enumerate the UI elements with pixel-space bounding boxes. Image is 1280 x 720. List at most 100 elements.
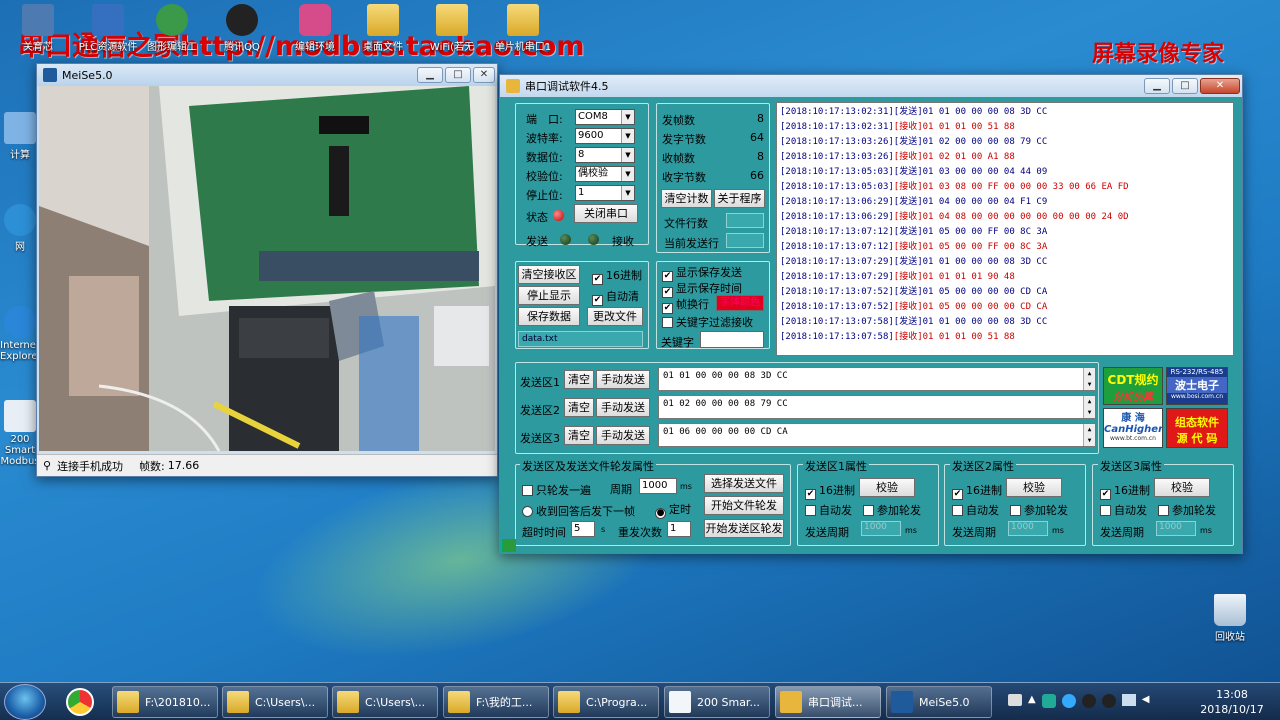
log-data: 01 01 01 00 51 88 — [922, 122, 1015, 132]
auto-clear-checkbox[interactable]: ✔ 自动清 — [592, 288, 639, 306]
select-send-file-button[interactable]: 选择发送文件 — [704, 474, 784, 493]
change-file-button[interactable]: 更改文件 — [587, 307, 643, 326]
send-area-input[interactable]: 01 01 00 00 00 08 3D CC ▲ ▼ — [658, 367, 1096, 391]
scroll-arrows-icon[interactable]: ▲ ▼ — [1083, 396, 1095, 418]
area-hex-checkbox[interactable]: ✔ 16进制 — [1100, 482, 1150, 500]
join-rotate-checkbox[interactable]: 参加轮发 — [863, 502, 921, 518]
desktop-icon[interactable]: 单片机串口1 — [493, 4, 553, 53]
period-input[interactable]: 1000 — [639, 478, 677, 494]
start-area-rotate-button[interactable]: 开始发送区轮发 — [704, 519, 784, 538]
hex-display-checkbox[interactable]: ✔ 16进制 — [592, 267, 642, 285]
close-button[interactable]: ✕ — [473, 67, 495, 83]
desktop-icon[interactable]: 编辑环境 — [285, 4, 345, 53]
manual-send-button[interactable]: 手动发送 — [596, 370, 650, 389]
network-icon[interactable]: 网 — [0, 204, 40, 253]
receive-log[interactable]: [2018:10:17:13:02:31][发送]01 01 00 00 00 … — [776, 102, 1234, 356]
log-data: 01 01 01 00 51 88 — [922, 332, 1015, 342]
auto-send-checkbox[interactable]: 自动发 — [952, 502, 999, 518]
timeout-input[interactable]: 5 — [571, 521, 595, 537]
send-once-checkbox[interactable]: 只轮发一遍 — [522, 482, 591, 498]
send-area-clear-button[interactable]: 清空 — [564, 370, 594, 389]
zutai-ad-banner[interactable]: 组态软件 源 代 码 — [1166, 408, 1228, 448]
after-reply-radio[interactable]: 收到回答后发下一帧 — [522, 503, 635, 519]
manual-send-button[interactable]: 手动发送 — [596, 426, 650, 445]
taskbar-item[interactable]: 200 Smar... — [664, 686, 770, 718]
send-area-clear-button[interactable]: 清空 — [564, 398, 594, 417]
auto-send-checkbox[interactable]: 自动发 — [805, 502, 852, 518]
maximize-button[interactable]: □ — [445, 67, 471, 83]
minimize-button[interactable]: ▁ — [417, 67, 443, 83]
taskbar-item[interactable]: F:\我的工... — [443, 686, 549, 718]
taskbar-item[interactable]: 串口调试... — [775, 686, 881, 718]
area-hex-checkbox[interactable]: ✔ 16进制 — [805, 482, 855, 500]
qq-icon[interactable] — [1101, 694, 1116, 708]
network-icon[interactable] — [1121, 694, 1136, 706]
cdt-ad-banner[interactable]: CDT规约 分析仿真 — [1103, 367, 1163, 405]
state-led-icon — [553, 210, 564, 221]
keyboard-icon[interactable] — [1008, 694, 1022, 706]
send-area-input[interactable]: 01 06 00 00 00 00 CD CA ▲ ▼ — [658, 423, 1096, 447]
close-port-button[interactable]: 关闭串口 — [574, 204, 638, 223]
desktop-icon[interactable]: 桌面文件 — [353, 4, 413, 53]
port-select[interactable]: COM8 ▼ — [575, 109, 635, 125]
desktop-icon[interactable]: 关育芯 — [8, 4, 68, 53]
join-rotate-checkbox[interactable]: 参加轮发 — [1158, 502, 1216, 518]
ie-icon[interactable]: Internet Explorer — [0, 306, 42, 362]
desktop-icon[interactable]: WiFi(若无 — [422, 4, 482, 53]
start-file-rotate-button[interactable]: 开始文件轮发 — [704, 496, 784, 515]
timed-radio[interactable]: ● 定时 — [655, 501, 691, 519]
keyword-input[interactable] — [700, 331, 764, 348]
send-area-clear-button[interactable]: 清空 — [564, 426, 594, 445]
computer-icon[interactable]: 计算 — [0, 112, 40, 161]
chrome-icon[interactable] — [66, 688, 94, 716]
checksum-button[interactable]: 校验 — [1006, 478, 1062, 497]
data-bits-select[interactable]: 8 ▼ — [575, 147, 635, 163]
plc-icon[interactable]: 200 Smart Modbus — [0, 400, 40, 467]
clear-count-button[interactable]: 清空计数 — [661, 189, 712, 208]
canhigher-ad-banner[interactable]: 康 海 CanHigher www.bt.com.cn — [1103, 408, 1163, 448]
save-data-button[interactable]: 保存数据 — [518, 307, 580, 326]
desktop-icon[interactable]: 腾讯QQ — [212, 4, 272, 53]
checksum-button[interactable]: 校验 — [1154, 478, 1210, 497]
checksum-button[interactable]: 校验 — [859, 478, 915, 497]
about-button[interactable]: 关于程序 — [714, 189, 765, 208]
desktop-icon[interactable]: 图形编辑工 — [142, 4, 202, 53]
font-color-button[interactable]: 字体颜色 — [716, 295, 764, 311]
close-button[interactable]: ✕ — [1200, 78, 1240, 94]
log-data: 01 03 00 00 00 04 44 09 — [922, 167, 1048, 177]
taskbar-item[interactable]: C:\Progra... — [553, 686, 659, 718]
scroll-arrows-icon[interactable]: ▲ ▼ — [1083, 368, 1095, 390]
maximize-button[interactable]: □ — [1172, 78, 1198, 94]
send-area-input[interactable]: 01 02 00 00 00 08 79 CC ▲ ▼ — [658, 395, 1096, 419]
taskbar-item[interactable]: C:\Users\... — [332, 686, 438, 718]
tray-app-icon[interactable] — [1061, 694, 1076, 708]
keyword-filter-checkbox[interactable]: 关键字过滤接收 — [662, 314, 753, 330]
minimize-button[interactable]: ▁ — [1144, 78, 1170, 94]
area-hex-checkbox[interactable]: ✔ 16进制 — [952, 482, 1002, 500]
tray-app-icon[interactable] — [1041, 694, 1056, 708]
bosi-ad-banner[interactable]: RS-232/RS-485 波士电子 www.bosi.com.cn — [1166, 367, 1228, 405]
taskbar-item[interactable]: MeiSe5.0 — [886, 686, 992, 718]
frame-wrap-checkbox[interactable]: ✔ 帧换行 — [662, 296, 709, 314]
qq-icon[interactable] — [1081, 694, 1096, 708]
taskbar-item[interactable]: C:\Users\... — [222, 686, 328, 718]
join-rotate-checkbox[interactable]: 参加轮发 — [1010, 502, 1068, 518]
clear-receive-button[interactable]: 清空接收区 — [518, 265, 580, 284]
resend-input[interactable]: 1 — [667, 521, 691, 537]
desktop-icon[interactable]: PLC资源软件 — [78, 4, 138, 53]
stop-bits-select[interactable]: 1 ▼ — [575, 185, 635, 201]
volume-icon[interactable]: ◀ — [1142, 694, 1156, 706]
parity-select[interactable]: 偶校验 ▼ — [575, 166, 635, 182]
clock[interactable]: 13:08 2018/10/17 — [1192, 687, 1272, 717]
auto-send-checkbox[interactable]: 自动发 — [1100, 502, 1147, 518]
manual-send-button[interactable]: 手动发送 — [596, 398, 650, 417]
log-direction: [接收] — [893, 272, 923, 282]
stop-display-button[interactable]: 停止显示 — [518, 286, 580, 305]
scroll-arrows-icon[interactable]: ▲ ▼ — [1083, 424, 1095, 446]
show-hidden-icon[interactable]: ▲ — [1028, 694, 1036, 710]
recycle-bin-icon[interactable]: 回收站 — [1200, 594, 1260, 643]
start-button[interactable] — [4, 684, 46, 720]
taskbar-item[interactable]: F:\201810... — [112, 686, 218, 718]
baud-select[interactable]: 9600 ▼ — [575, 128, 635, 144]
counter-label: 收帧数 — [662, 152, 695, 165]
